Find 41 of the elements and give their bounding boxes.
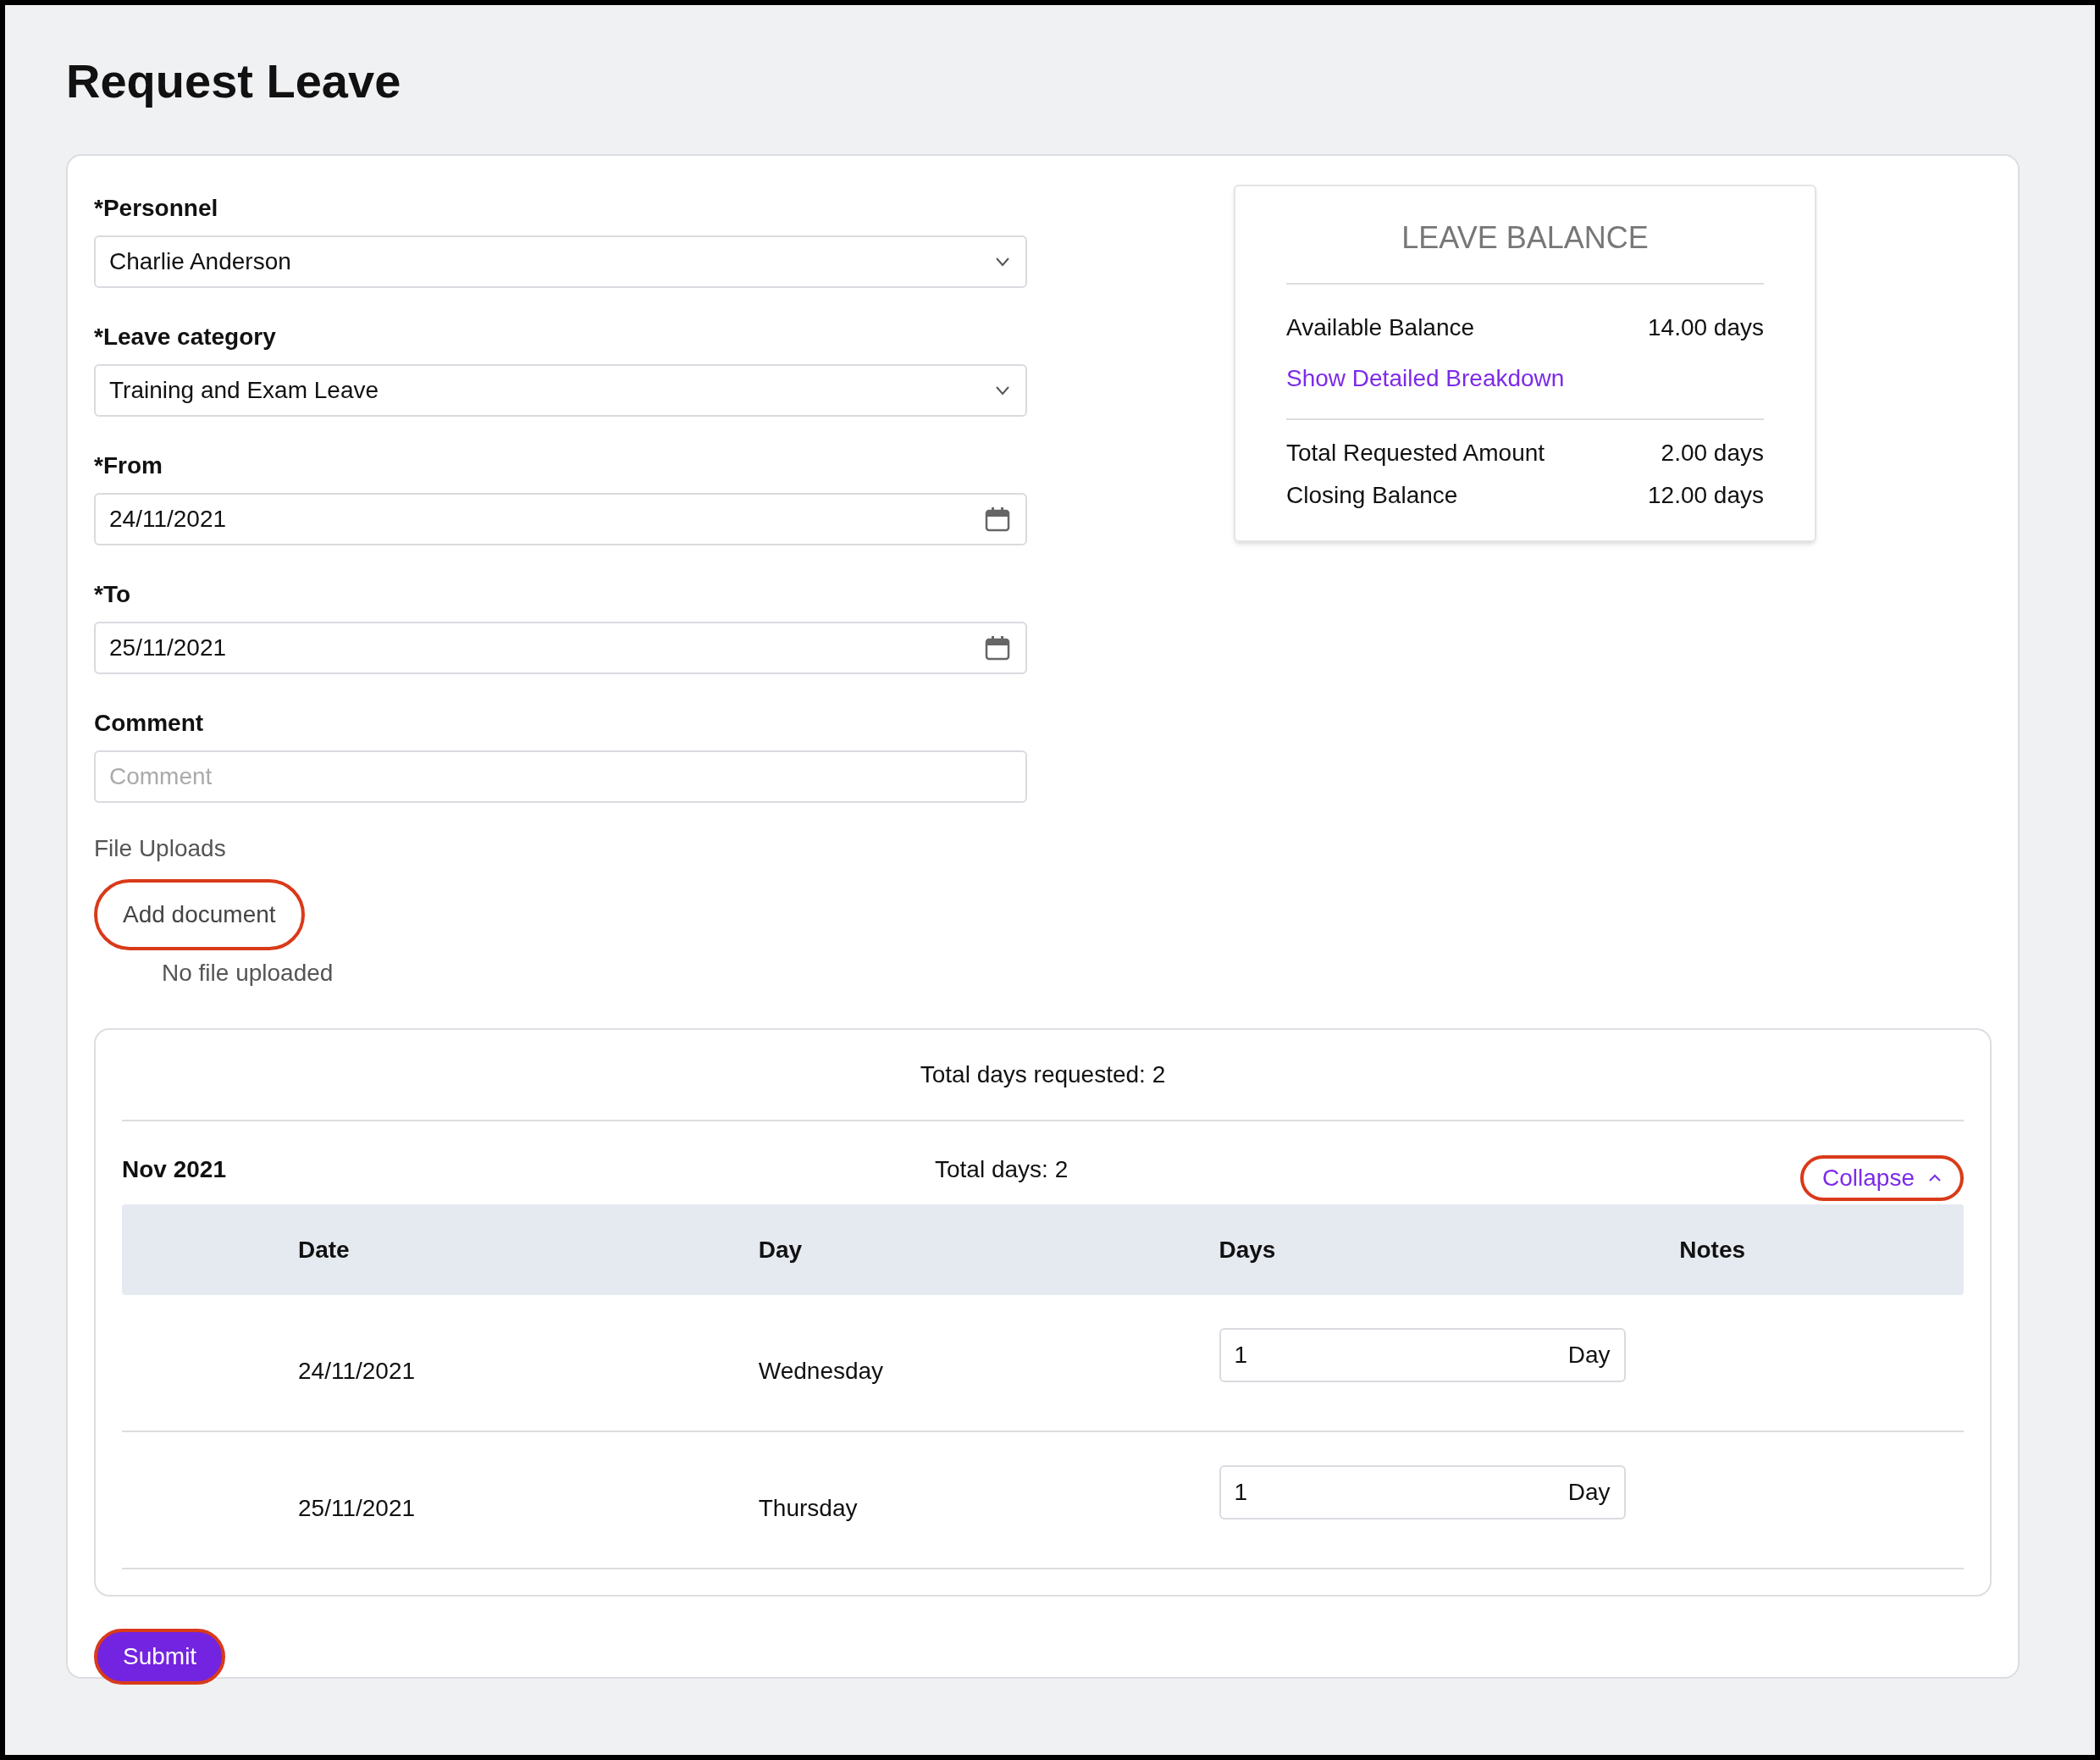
field-label: *Leave category: [94, 325, 277, 349]
column-header: Notes: [1678, 1235, 1747, 1265]
field-label: *Personnel: [94, 196, 219, 220]
section-label: File Uploads: [94, 837, 227, 861]
date-field[interactable]: 24/11/2021: [94, 493, 1027, 545]
field-label: *To: [94, 583, 132, 606]
date-field[interactable]: 25/11/2021: [94, 622, 1027, 674]
column-header: Date: [297, 1235, 351, 1265]
total-days-text: Total days requested: 2: [920, 1060, 1166, 1089]
calendar-icon: [985, 506, 1010, 532]
card-title: LEAVE BALANCE: [1286, 215, 1764, 285]
balance-value: 14.00 days: [1648, 313, 1764, 342]
breakdown-link[interactable]: Show Detailed Breakdown: [1286, 361, 1764, 396]
balance-label: Available Balance: [1286, 313, 1475, 342]
calendar-icon: [985, 635, 1010, 661]
month-title: Nov 2021: [122, 1155, 227, 1184]
column-header: Day: [757, 1235, 804, 1265]
balance-label: Total Requested Amount: [1286, 439, 1545, 468]
add-document-button[interactable]: Add document: [94, 879, 305, 950]
input-field[interactable]: Comment: [94, 750, 1027, 803]
chevron-up-icon: [1928, 1174, 1942, 1182]
submit-button[interactable]: Submit: [94, 1629, 226, 1685]
collapse-button[interactable]: Collapse: [1800, 1155, 1964, 1201]
month-total: Total days: 2: [935, 1155, 1069, 1184]
table-cell-text: Thursday: [757, 1494, 859, 1523]
field-label: Comment: [94, 711, 205, 735]
days-input[interactable]: 1 Day: [1219, 1465, 1626, 1519]
select-field[interactable]: Charlie Anderson: [94, 235, 1027, 288]
balance-label: Closing Balance: [1286, 481, 1458, 510]
upload-status: No file uploaded: [162, 959, 334, 988]
table-cell-text: 24/11/2021: [297, 1357, 417, 1386]
balance-value: 2.00 days: [1661, 439, 1764, 468]
select-field[interactable]: Training and Exam Leave: [94, 364, 1027, 417]
field-label: *From: [94, 454, 163, 478]
chevron-down-icon: [995, 257, 1010, 267]
days-input[interactable]: 1 Day: [1219, 1328, 1626, 1382]
balance-value: 12.00 days: [1648, 481, 1764, 510]
table-cell-text: 25/11/2021: [297, 1494, 417, 1523]
chevron-down-icon: [995, 385, 1010, 396]
column-header: Days: [1218, 1235, 1277, 1265]
table-cell-text: Wednesday: [757, 1357, 885, 1386]
